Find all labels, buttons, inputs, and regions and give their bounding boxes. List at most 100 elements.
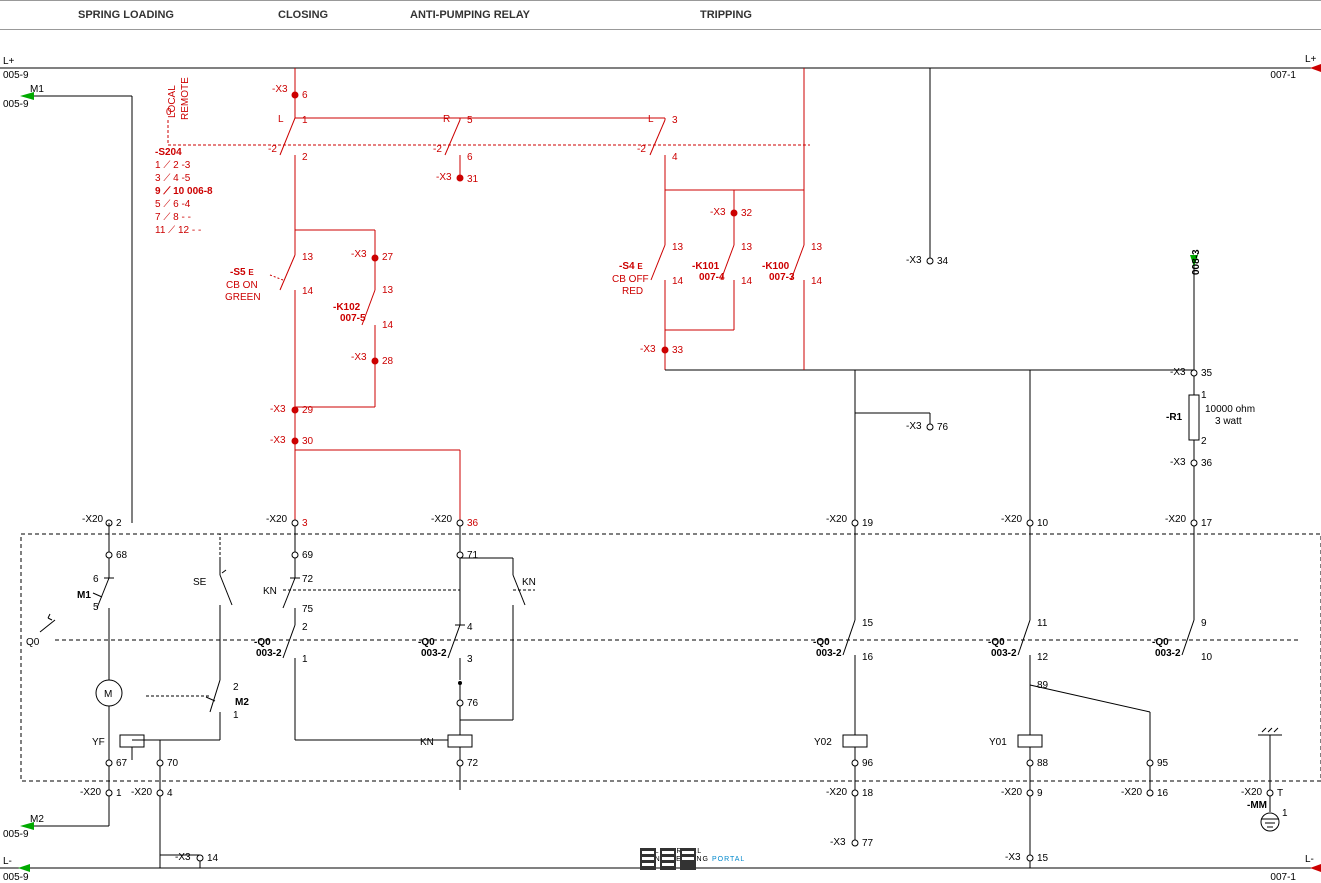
svg-text:3: 3: [467, 654, 473, 665]
svg-text:32: 32: [741, 208, 753, 219]
ref-005-9-5: 005-9: [3, 872, 29, 883]
svg-text:007-4: 007-4: [699, 272, 725, 283]
svg-text:89: 89: [1037, 680, 1049, 691]
svg-text:9: 9: [1201, 618, 1207, 629]
svg-text:88: 88: [1037, 758, 1049, 769]
svg-text:71: 71: [467, 550, 479, 561]
svg-text:-X3: -X3: [1170, 457, 1186, 468]
svg-text:Y01: Y01: [989, 737, 1007, 748]
svg-text:-K102: -K102: [333, 302, 361, 313]
svg-text:-X3: -X3: [436, 172, 452, 183]
svg-text:16: 16: [1157, 788, 1169, 799]
svg-text:-Q0: -Q0: [254, 637, 271, 648]
ref-005-9-1: 005-9: [3, 70, 29, 81]
svg-text:27: 27: [382, 252, 394, 263]
svg-text:REMOTE: REMOTE: [180, 77, 191, 120]
svg-text:1: 1: [302, 654, 308, 665]
svg-text:7 ⟋ 8 - -: 7 ⟋ 8 - -: [155, 212, 191, 223]
svg-text:3 watt: 3 watt: [1215, 416, 1242, 427]
svg-text:6: 6: [93, 574, 99, 585]
svg-text:-Q0: -Q0: [813, 637, 830, 648]
breaker-compartment: [21, 534, 1321, 781]
s204-contact-R: R 5 -2 6 -X3 31: [433, 114, 479, 185]
svg-text:008-3: 008-3: [1191, 249, 1202, 275]
svg-text:003-2: 003-2: [1155, 648, 1181, 659]
rail-l-plus-left: L+: [3, 56, 15, 67]
svg-text:2: 2: [233, 682, 239, 693]
svg-text:-MM: -MM: [1247, 800, 1267, 811]
svg-text:-X3: -X3: [270, 435, 286, 446]
svg-text:19: 19: [862, 518, 874, 529]
svg-text:14: 14: [741, 276, 753, 287]
svg-text:30: 30: [302, 436, 314, 447]
svg-text:003-2: 003-2: [256, 648, 282, 659]
terminal-strip-x20-top: -X202 -X203 -X2036 -X2019 -X2010 -X2017: [82, 514, 1213, 529]
contact-q0-11-12: -Q0 003-2 11 12: [988, 618, 1049, 735]
svg-text:68: 68: [116, 550, 128, 561]
svg-text:15: 15: [1037, 853, 1049, 864]
svg-text:1: 1: [116, 788, 122, 799]
svg-text:1: 1: [1282, 808, 1288, 819]
svg-text:75: 75: [302, 604, 314, 615]
svg-text:3: 3: [672, 115, 678, 126]
terminal-strip-x20-bottom: -X201 -X204 -X2018 -X209 -X2016 -X20T: [80, 787, 1283, 799]
svg-text:18: 18: [862, 788, 874, 799]
svg-text:RED: RED: [622, 286, 643, 297]
rail-l-minus-left: L-: [3, 856, 12, 867]
svg-text:-X20: -X20: [82, 514, 104, 525]
svg-text:T: T: [1277, 788, 1283, 799]
svg-text:28: 28: [382, 356, 394, 367]
arrow-right-top: [1310, 64, 1321, 72]
svg-text:LOCAL: LOCAL: [167, 85, 178, 118]
svg-text:-X3: -X3: [830, 837, 846, 848]
svg-text:13: 13: [672, 242, 684, 253]
svg-text:-Q0: -Q0: [418, 637, 435, 648]
s204-contact-L: L 1 -2 2: [268, 114, 308, 255]
ref-007-1-top: 007-1: [1270, 70, 1296, 81]
rail-l-minus-right: L-: [1305, 854, 1314, 865]
svg-text:11: 11: [1037, 618, 1048, 629]
svg-text:15: 15: [862, 618, 874, 629]
svg-text:CB ON: CB ON: [226, 280, 258, 291]
svg-text:-Q0: -Q0: [988, 637, 1005, 648]
svg-text:5 ⟋ 6 -4: 5 ⟋ 6 -4: [155, 199, 191, 210]
svg-text:-X3: -X3: [351, 249, 367, 260]
svg-text:76: 76: [937, 422, 949, 433]
svg-text:4: 4: [672, 152, 678, 163]
svg-text:72: 72: [467, 758, 479, 769]
svg-text:KN: KN: [420, 737, 434, 748]
svg-text:-S4 E: -S4 E: [619, 261, 643, 272]
svg-text:9: 9: [1037, 788, 1043, 799]
svg-text:14: 14: [811, 276, 823, 287]
svg-text:007-5: 007-5: [340, 313, 366, 324]
svg-text:007-3: 007-3: [769, 272, 795, 283]
svg-text:1: 1: [1201, 390, 1207, 401]
svg-text:-X3: -X3: [906, 255, 922, 266]
rail-l-plus-right: L+: [1305, 54, 1317, 65]
svg-text:31: 31: [467, 174, 479, 185]
svg-text:M1: M1: [77, 590, 91, 601]
svg-text:-X20: -X20: [131, 787, 153, 798]
svg-text:003-2: 003-2: [991, 648, 1017, 659]
svg-text:-X20: -X20: [826, 514, 848, 525]
earth-mm: -MM 1: [1247, 728, 1288, 831]
svg-text:1: 1: [233, 710, 239, 721]
svg-text:-X20: -X20: [1001, 787, 1023, 798]
svg-text:72: 72: [302, 574, 314, 585]
svg-text:10000 ohm: 10000 ohm: [1205, 404, 1255, 415]
svg-text:1: 1: [302, 115, 308, 126]
svg-text:36: 36: [1201, 458, 1213, 469]
svg-text:CB OFF: CB OFF: [612, 274, 649, 285]
svg-text:5: 5: [467, 115, 473, 126]
svg-text:-S5 E: -S5 E: [230, 267, 254, 278]
svg-text:M: M: [104, 689, 112, 700]
ref-005-9-4: 005-9: [3, 829, 29, 840]
svg-text:-2: -2: [433, 144, 442, 155]
svg-text:4: 4: [467, 622, 473, 633]
svg-text:-X20: -X20: [826, 787, 848, 798]
svg-text:13: 13: [811, 242, 823, 253]
schematic-canvas: L+ L+ 005-9 007-1 M1 005-9 -S204 0 LOCAL…: [0, 0, 1321, 883]
switch-m2: M2 2 1: [206, 680, 249, 721]
svg-text:GREEN: GREEN: [225, 292, 261, 303]
svg-text:67: 67: [116, 758, 128, 769]
